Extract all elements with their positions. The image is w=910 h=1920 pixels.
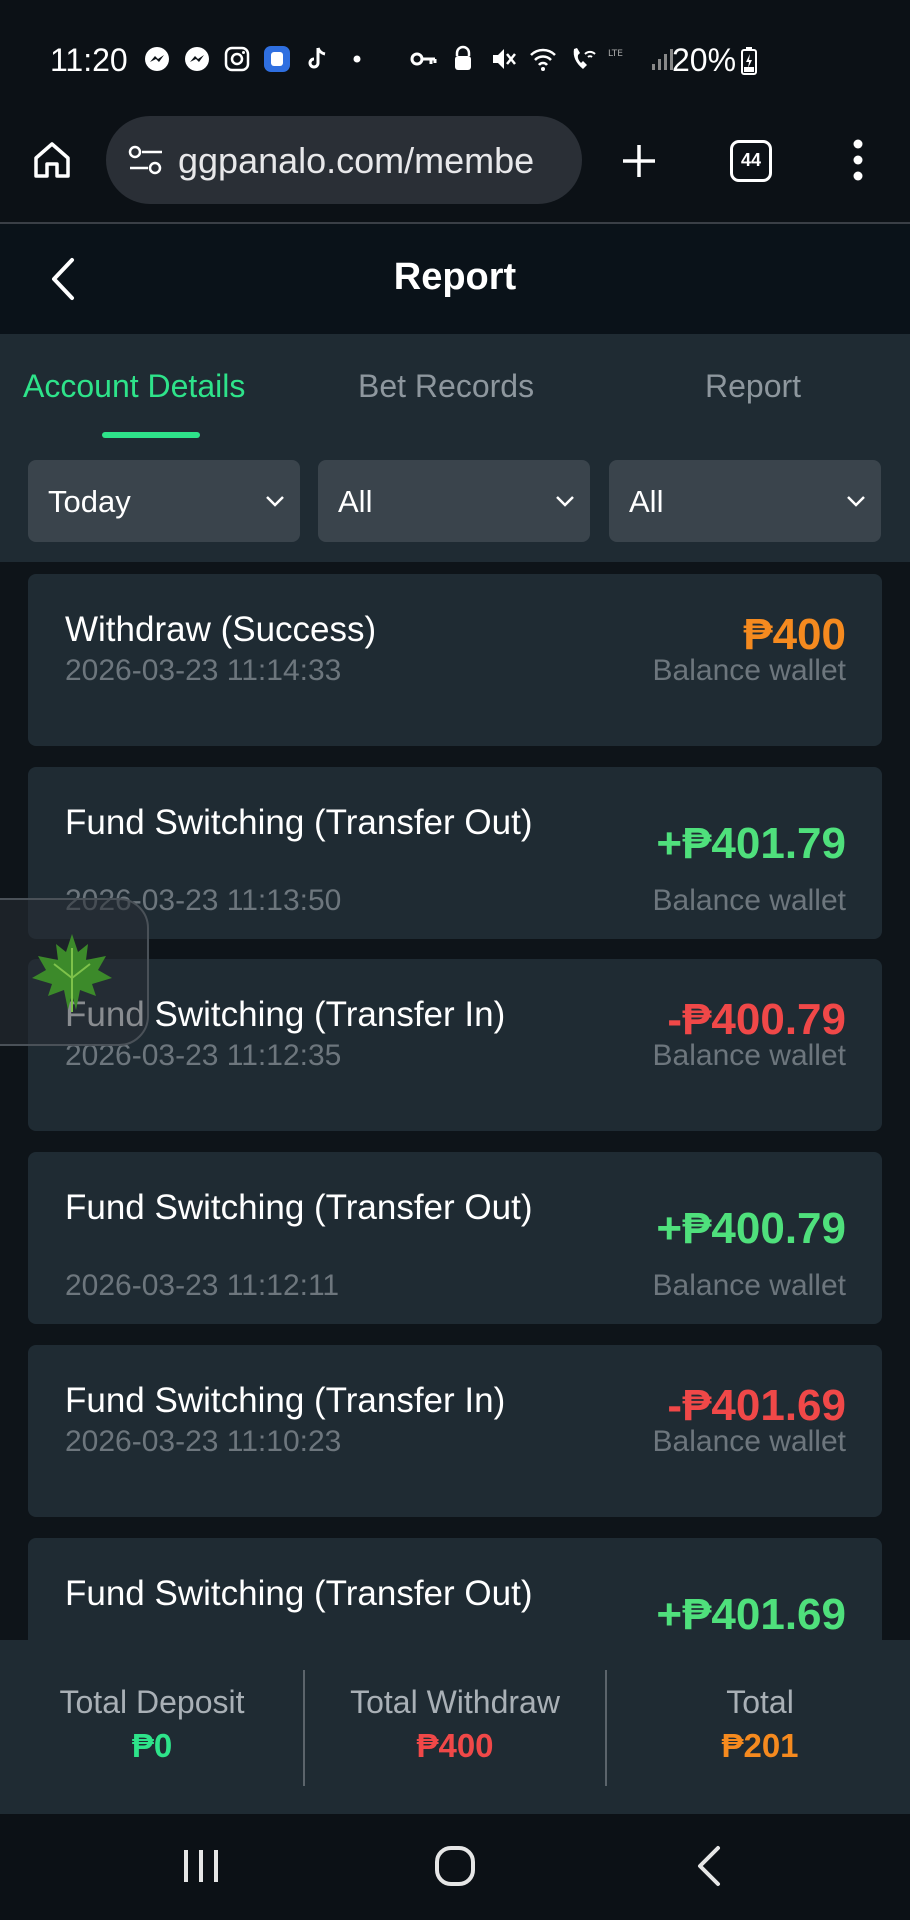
transaction-wallet: Balance wallet xyxy=(652,654,846,687)
total-value: ₱201 xyxy=(721,1727,799,1764)
chevron-down-icon xyxy=(266,496,284,507)
total-withdraw: Total Withdraw ₱400 xyxy=(305,1684,605,1765)
new-tab-plus-icon[interactable] xyxy=(620,142,658,180)
transaction-amount: -₱401.69 xyxy=(667,1381,846,1430)
status-filter-select[interactable]: All xyxy=(609,460,881,542)
app-header: Report xyxy=(0,224,910,334)
total-deposit-label: Total Deposit xyxy=(59,1684,245,1720)
tab-bet-records[interactable]: Bet Records xyxy=(358,368,534,405)
app-notification-icon xyxy=(264,46,290,72)
transaction-date: 2026-03-23 11:10:23 xyxy=(65,1425,342,1458)
total-label: Total xyxy=(726,1684,794,1720)
transaction-card[interactable]: Fund Switching (Transfer Out) 2026-03-23… xyxy=(28,1152,882,1324)
transaction-list[interactable]: Withdraw (Success) 2026-03-23 11:14:33 ₱… xyxy=(0,562,910,1640)
transaction-wallet: Balance wallet xyxy=(652,1269,846,1302)
total-net: Total ₱201 xyxy=(610,1684,910,1765)
total-withdraw-value: ₱400 xyxy=(416,1727,494,1764)
date-filter-value: Today xyxy=(48,484,131,519)
transaction-title: Fund Switching (Transfer In) xyxy=(65,995,506,1034)
transaction-date: 2026-03-23 11:14:33 xyxy=(65,654,342,687)
tab-count: 44 xyxy=(740,150,762,170)
vpn-key-icon xyxy=(410,52,437,66)
transaction-amount: +₱400.79 xyxy=(656,1204,846,1253)
transaction-wallet: Balance wallet xyxy=(652,1039,846,1072)
system-icons: LTE xyxy=(408,44,678,74)
status-time: 11:20 xyxy=(50,42,128,78)
total-deposit-value: ₱0 xyxy=(131,1727,173,1764)
filter-bar: Today All All xyxy=(0,442,910,562)
transaction-wallet: Balance wallet xyxy=(652,884,846,917)
total-deposit: Total Deposit ₱0 xyxy=(2,1684,302,1765)
transaction-amount: -₱400.79 xyxy=(667,995,846,1044)
messenger-icon xyxy=(185,47,209,71)
status-bar: 11:20 LTE 20% xyxy=(0,0,910,112)
transaction-amount: +₱401.69 xyxy=(656,1590,846,1639)
type-filter-select[interactable]: All xyxy=(318,460,590,542)
page-title: Report xyxy=(393,256,517,298)
type-filter-value: All xyxy=(338,484,373,519)
menu-more-icon[interactable] xyxy=(840,138,876,182)
browser-toolbar: ggpanalo.com/membe 44 xyxy=(0,112,910,222)
instagram-icon xyxy=(224,46,250,72)
site-settings-icon[interactable] xyxy=(128,144,164,176)
url-text[interactable]: ggpanalo.com/membe xyxy=(178,140,568,182)
secure-folder-icon xyxy=(455,45,471,70)
transaction-card[interactable]: Fund Switching (Transfer Out) 2026-03-23… xyxy=(28,767,882,939)
wifi-calling-icon xyxy=(573,48,596,69)
tiktok-icon xyxy=(308,47,326,69)
transaction-card[interactable]: Fund Switching (Transfer In) 2026-03-23 … xyxy=(28,1345,882,1517)
lte-signal-icon: LTE xyxy=(608,49,623,59)
svg-text:LTE: LTE xyxy=(608,49,623,59)
active-tab-indicator xyxy=(102,432,200,438)
transaction-card[interactable]: Fund Switching (Transfer Out) +₱401.69 xyxy=(28,1538,882,1640)
transaction-amount: +₱401.79 xyxy=(656,819,846,868)
address-bar[interactable]: ggpanalo.com/membe xyxy=(106,116,582,204)
transaction-title: Fund Switching (Transfer Out) xyxy=(65,1188,533,1227)
transaction-wallet: Balance wallet xyxy=(652,1425,846,1458)
total-withdraw-label: Total Withdraw xyxy=(350,1684,560,1720)
transaction-amount: ₱400 xyxy=(743,610,846,659)
messenger-icon xyxy=(145,47,169,71)
transaction-card[interactable]: Withdraw (Success) 2026-03-23 11:14:33 ₱… xyxy=(28,574,882,746)
chevron-down-icon xyxy=(556,496,574,507)
recent-apps-icon[interactable] xyxy=(180,1846,222,1886)
floating-app-button[interactable] xyxy=(0,898,149,1046)
transaction-card[interactable]: Fund Switching (Transfer In) 2026-03-23 … xyxy=(28,959,882,1131)
transaction-date: 2026-03-23 11:12:11 xyxy=(65,1269,340,1302)
notification-icons xyxy=(142,44,372,74)
transaction-title: Fund Switching (Transfer Out) xyxy=(65,803,533,842)
home-icon[interactable] xyxy=(30,138,74,182)
system-nav-bar xyxy=(0,1814,910,1920)
transaction-title: Withdraw (Success) xyxy=(65,610,377,649)
maple-leaf-icon xyxy=(32,934,112,1012)
totals-summary: Total Deposit ₱0 Total Withdraw ₱400 Tot… xyxy=(0,1640,910,1814)
wifi-icon xyxy=(530,48,556,71)
battery-icon xyxy=(741,47,757,75)
chevron-down-icon xyxy=(847,496,865,507)
summary-divider xyxy=(605,1670,607,1786)
tab-account-details[interactable]: Account Details xyxy=(23,368,245,405)
transaction-title: Fund Switching (Transfer In) xyxy=(65,1381,506,1420)
mute-icon xyxy=(493,49,516,69)
date-filter-select[interactable]: Today xyxy=(28,460,300,542)
more-notifications-dot-icon xyxy=(353,55,361,63)
tab-bar: Account Details Bet Records Report xyxy=(0,334,910,442)
status-filter-value: All xyxy=(629,484,664,519)
tab-report[interactable]: Report xyxy=(705,368,801,405)
transaction-title: Fund Switching (Transfer Out) xyxy=(65,1574,533,1613)
tab-switcher-button[interactable]: 44 xyxy=(730,140,772,182)
battery-percent: 20% xyxy=(672,42,737,78)
back-nav-icon[interactable] xyxy=(694,1844,724,1888)
home-nav-icon[interactable] xyxy=(433,1844,477,1888)
